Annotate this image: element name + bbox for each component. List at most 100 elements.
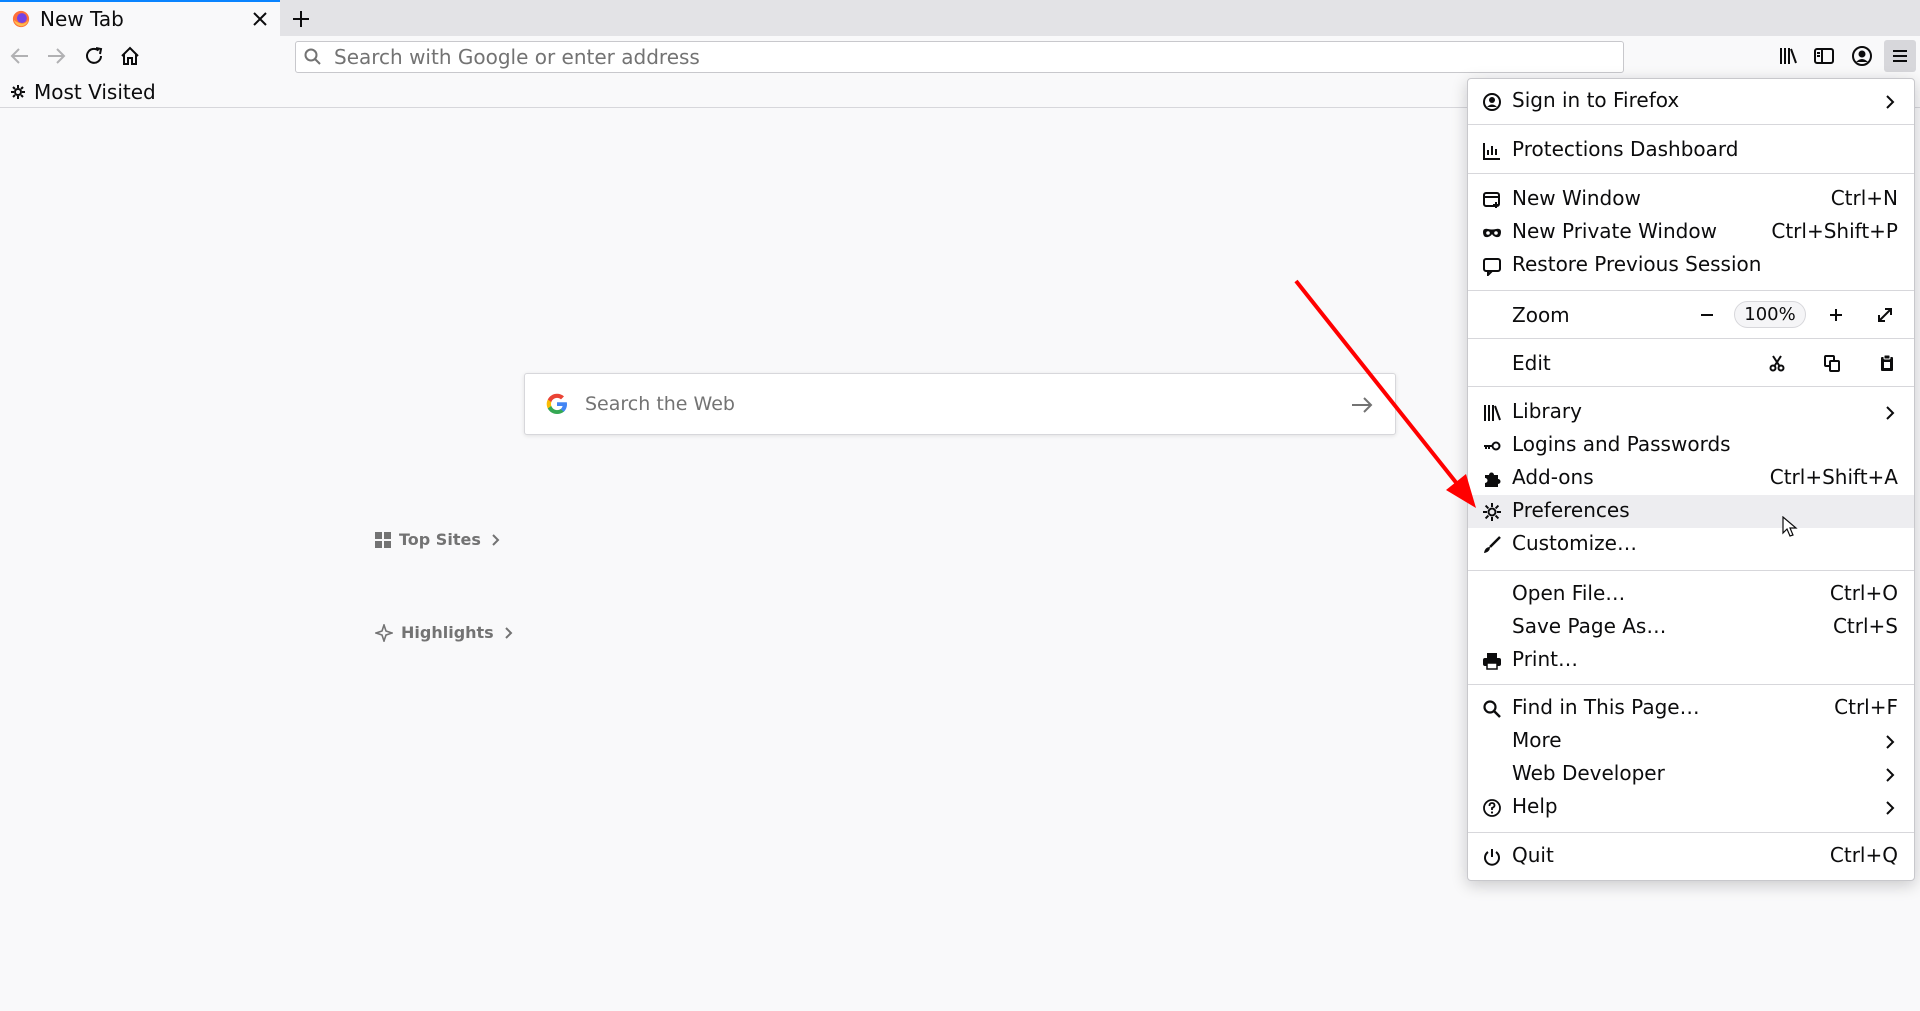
menu-item-web-developer[interactable]: Web Developer — [1468, 758, 1914, 791]
menu-item-more[interactable]: More — [1468, 725, 1914, 758]
close-icon — [253, 12, 267, 26]
menu-label: Web Developer — [1512, 761, 1665, 785]
menu-label: Restore Previous Session — [1512, 252, 1762, 276]
account-icon — [1852, 46, 1872, 66]
arrow-right-icon[interactable] — [1349, 392, 1375, 418]
cut-button[interactable] — [1764, 350, 1790, 376]
menu-item-new-window[interactable]: New Window Ctrl+N — [1468, 183, 1914, 216]
scissors-icon — [1769, 355, 1785, 372]
menu-label: Print… — [1512, 647, 1579, 671]
reload-icon — [86, 47, 103, 64]
web-search-input[interactable] — [583, 392, 1283, 416]
plus-icon — [1830, 309, 1842, 321]
chevron-right-icon — [504, 626, 513, 639]
tab-close-button[interactable] — [246, 5, 274, 33]
firefox-logo-icon — [12, 10, 30, 28]
menu-item-preferences[interactable]: Preferences — [1468, 495, 1914, 528]
highlights-label: Highlights — [401, 623, 494, 642]
key-icon — [1484, 441, 1501, 451]
zoom-reset-button[interactable]: 100% — [1734, 301, 1806, 328]
menu-shortcut: Ctrl+Shift+A — [1769, 465, 1898, 489]
forward-button[interactable] — [40, 40, 72, 72]
sidebar-button[interactable] — [1808, 40, 1840, 72]
power-icon — [1484, 849, 1500, 866]
menu-label: More — [1512, 728, 1562, 752]
library-button[interactable] — [1772, 40, 1804, 72]
zoom-in-button[interactable] — [1823, 302, 1849, 328]
account-button[interactable] — [1846, 40, 1878, 72]
menu-button[interactable] — [1884, 40, 1916, 72]
menu-item-library[interactable]: Library — [1468, 396, 1914, 429]
zoom-out-button[interactable] — [1694, 302, 1720, 328]
search-icon — [1483, 700, 1501, 718]
menu-item-logins[interactable]: Logins and Passwords — [1468, 429, 1914, 462]
chart-icon — [1483, 143, 1500, 160]
back-arrow-icon — [10, 48, 28, 64]
home-button[interactable] — [114, 40, 146, 72]
menu-item-protections[interactable]: Protections Dashboard — [1468, 134, 1914, 167]
top-sites-label: Top Sites — [399, 530, 481, 549]
menu-item-addons[interactable]: Add-ons Ctrl+Shift+A — [1468, 462, 1914, 495]
chevron-right-icon — [1886, 95, 1895, 109]
copy-button[interactable] — [1819, 350, 1845, 376]
menu-item-save-page[interactable]: Save Page As… Ctrl+S — [1468, 611, 1914, 644]
menu-item-restore-session[interactable]: Restore Previous Session — [1468, 249, 1914, 282]
menu-label: New Private Window — [1512, 219, 1717, 243]
google-logo-icon — [546, 393, 567, 414]
menu-label: Open File… — [1512, 581, 1626, 605]
menu-label: Edit — [1512, 351, 1551, 375]
menu-label: Sign in to Firefox — [1512, 88, 1680, 112]
paintbrush-icon — [1484, 536, 1501, 553]
tab-strip: New Tab — [0, 0, 1920, 36]
menu-label: Library — [1512, 399, 1582, 423]
menu-label: Logins and Passwords — [1512, 432, 1731, 456]
hamburger-icon — [1893, 50, 1907, 62]
menu-label: Add-ons — [1512, 465, 1594, 489]
menu-shortcut: Ctrl+Q — [1829, 843, 1898, 867]
menu-shortcut: Ctrl+Shift+P — [1771, 219, 1898, 243]
tab-title: New Tab — [40, 7, 124, 31]
menu-item-print[interactable]: Print… — [1468, 644, 1914, 677]
web-search-box[interactable] — [524, 373, 1396, 435]
clipboard-icon — [1881, 354, 1893, 371]
nav-toolbar — [0, 36, 1920, 76]
restore-session-icon — [1483, 258, 1501, 276]
menu-item-help[interactable]: Help — [1468, 791, 1914, 824]
account-icon — [1483, 93, 1501, 111]
bookmark-most-visited[interactable]: Most Visited — [34, 80, 156, 104]
home-icon — [121, 46, 139, 65]
back-button[interactable] — [4, 40, 36, 72]
reload-button[interactable] — [78, 40, 110, 72]
menu-separator — [1468, 290, 1914, 291]
help-icon — [1483, 799, 1501, 817]
menu-separator — [1468, 570, 1914, 571]
menu-label: Protections Dashboard — [1512, 137, 1739, 161]
paste-button[interactable] — [1874, 350, 1900, 376]
fullscreen-button[interactable] — [1872, 302, 1898, 328]
chevron-right-icon — [1886, 406, 1895, 420]
tab-new-tab[interactable]: New Tab — [0, 0, 280, 36]
highlights-header[interactable]: Highlights — [375, 623, 514, 642]
top-sites-header[interactable]: Top Sites — [375, 530, 501, 549]
menu-label: Find in This Page… — [1512, 695, 1700, 719]
menu-item-open-file[interactable]: Open File… Ctrl+O — [1468, 578, 1914, 611]
url-input[interactable] — [332, 44, 1582, 70]
menu-item-new-private-window[interactable]: New Private Window Ctrl+Shift+P — [1468, 216, 1914, 249]
chevron-right-icon — [1886, 801, 1895, 815]
menu-shortcut: Ctrl+O — [1829, 581, 1898, 605]
menu-separator — [1468, 124, 1914, 125]
menu-item-quit[interactable]: Quit Ctrl+Q — [1468, 840, 1914, 873]
menu-item-sign-in[interactable]: Sign in to Firefox — [1468, 85, 1914, 118]
menu-item-customize[interactable]: Customize… — [1468, 528, 1914, 561]
plus-icon — [293, 11, 309, 27]
menu-label: Customize… — [1512, 531, 1637, 555]
chevron-right-icon — [1886, 735, 1895, 749]
url-bar[interactable] — [295, 41, 1624, 73]
chevron-right-icon — [492, 533, 500, 546]
library-icon — [1484, 405, 1501, 421]
new-tab-button[interactable] — [286, 4, 316, 34]
menu-item-find[interactable]: Find in This Page… Ctrl+F — [1468, 692, 1914, 725]
menu-label: New Window — [1512, 186, 1641, 210]
menu-item-zoom: Zoom 100% — [1468, 298, 1914, 334]
mouse-cursor-icon — [1782, 516, 1798, 537]
